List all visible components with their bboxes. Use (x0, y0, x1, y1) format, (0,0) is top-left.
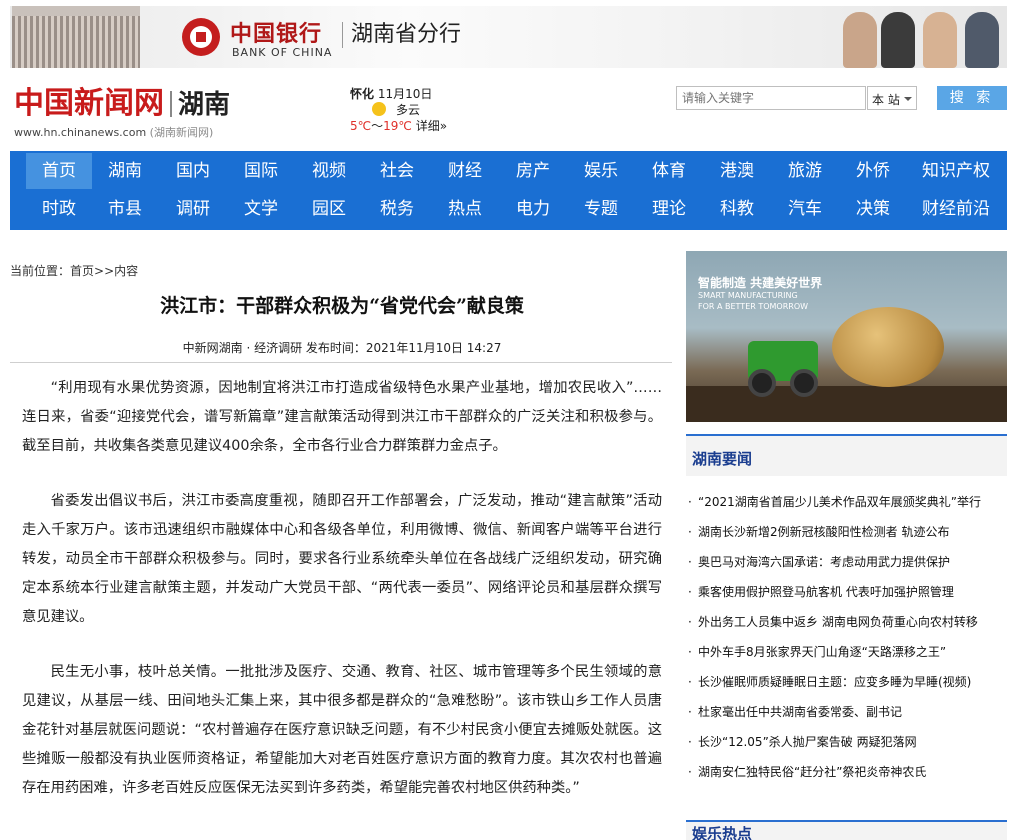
hunan-news-list: “2021湖南省首届少儿美术作品双年展颁奖典礼”举行湖南长沙新增2例新冠核酸阳性… (686, 487, 1007, 787)
news-list-item[interactable]: 乘客使用假护照登马航客机 代表吁加强护照管理 (686, 577, 1007, 607)
article-body: “利用现有水果优势资源，因地制宜将洪江市打造成省级特色水果产业基地，增加农民收入… (22, 374, 662, 830)
site-url-main: www.hn.chinanews.com (14, 126, 147, 139)
nav-item[interactable]: 决策 (840, 191, 906, 227)
breadcrumb-current: 内容 (114, 264, 139, 278)
nav-item[interactable]: 房产 (500, 153, 566, 189)
nav-item[interactable]: 社会 (364, 153, 430, 189)
search-button[interactable]: 搜 索 (937, 86, 1007, 110)
weather-city: 怀化 (350, 87, 375, 101)
nav-item[interactable]: 港澳 (704, 153, 770, 189)
news-list-item[interactable]: 外出务工人员集中返乡 湖南电网负荷重心向农村转移 (686, 607, 1007, 637)
smart-manufacturing-ad[interactable]: 智能制造 共建美好世界 SMART MANUFACTURING FOR A BE… (686, 251, 1007, 422)
news-list-item[interactable]: 奥巴马对海湾六国承诺：考虑动用武力提供保护 (686, 547, 1007, 577)
logo-divider (170, 91, 172, 117)
nav-item[interactable]: 理论 (636, 191, 702, 227)
nav-item[interactable]: 汽车 (772, 191, 838, 227)
logo-text: 中国新闻网 (14, 86, 164, 121)
breadcrumb: 当前位置：首页>>内容 (10, 262, 138, 279)
news-list-item[interactable]: 中外车手8月张家界天门山角逐“天路漂移之王” (686, 637, 1007, 667)
hunan-news-header: 湖南要闻 (686, 434, 1007, 476)
chevron-down-icon (904, 97, 912, 105)
building-image (12, 6, 140, 68)
news-list-item[interactable]: 湖南安仁独特民俗“赶分社”祭祀炎帝神农氏 (686, 757, 1007, 787)
entertainment-header: 娱乐热点 (686, 820, 1007, 840)
search-scope-select[interactable]: 本 站 (867, 86, 917, 110)
nav-item[interactable]: 体育 (636, 153, 702, 189)
entertainment-heading[interactable]: 娱乐热点 (692, 823, 752, 840)
wheel-icon (790, 369, 818, 397)
bank-of-china-logo-icon (182, 18, 220, 56)
weather-detail-link[interactable]: 详细» (416, 119, 447, 133)
nav-row-1: 首页 湖南 国内 国际 视频 社会 财经 房产 娱乐 体育 港澳 旅游 外侨 知识产权 (10, 153, 1007, 191)
breadcrumb-home[interactable]: 首页 (70, 264, 94, 278)
nav-item[interactable]: 旅游 (772, 153, 838, 189)
news-list-item[interactable]: 长沙催眠师质疑睡眠日主题：应变多睡为早睡(视频) (686, 667, 1007, 697)
weather-high: 19℃ (383, 119, 412, 133)
nav-item[interactable]: 园区 (296, 191, 362, 227)
nav-item[interactable]: 调研 (160, 191, 226, 227)
search-scope-value: 本 站 (872, 93, 900, 107)
nav-item[interactable]: 湖南 (92, 153, 158, 189)
weather-widget: 怀化 11月10日 多云 5℃～19℃ 详细» (350, 86, 447, 134)
nav-item[interactable]: 时政 (26, 191, 92, 227)
weather-low: 5℃ (350, 119, 372, 133)
logo-region: 湖南 (178, 90, 231, 120)
weather-condition: 多云 (396, 103, 421, 117)
nav-item[interactable]: 首页 (26, 153, 92, 189)
search-input[interactable] (676, 86, 866, 110)
breadcrumb-sep: >> (94, 264, 115, 278)
ad-ground (686, 386, 1007, 422)
article-meta: 中新网湖南 · 经济调研 发布时间：2021年11月10日 14:27 (182, 341, 502, 355)
article-paragraph: 省委发出倡议书后，洪江市委高度重视，随即召开工作部署会，广泛发动，推动“建言献策… (22, 493, 662, 625)
site-logo[interactable]: 中国新闻网 湖南 www.hn.chinanews.com (湖南新闻网) (14, 78, 230, 140)
ad-subtitle-line-1: SMART MANUFACTURING (698, 291, 798, 300)
nav-item[interactable]: 国际 (228, 153, 294, 189)
weather-date: 11月10日 (377, 87, 433, 101)
ad-subtitle: SMART MANUFACTURING FOR A BETTER TOMORRO… (698, 290, 808, 312)
ad-title: 智能制造 共建美好世界 (698, 276, 823, 290)
nav-item[interactable]: 文学 (228, 191, 294, 227)
sun-icon (372, 102, 386, 116)
wheel-icon (748, 369, 776, 397)
bank-of-china-banner[interactable]: 中国银行 BANK OF CHINA 湖南省分行 (10, 6, 1007, 68)
nav-item[interactable]: 视频 (296, 153, 362, 189)
nav-item[interactable]: 热点 (432, 191, 498, 227)
bank-branch: 湖南省分行 (342, 22, 461, 48)
title-divider (10, 362, 672, 363)
nav-item[interactable]: 国内 (160, 153, 226, 189)
nav-item[interactable]: 科教 (704, 191, 770, 227)
nav-item[interactable]: 电力 (500, 191, 566, 227)
nav-item[interactable]: 外侨 (840, 153, 906, 189)
breadcrumb-label: 当前位置： (10, 264, 71, 278)
nav-item[interactable]: 市县 (92, 191, 158, 227)
nav-item[interactable]: 税务 (364, 191, 430, 227)
bank-name-cn: 中国银行 (230, 21, 323, 47)
article-paragraph: “利用现有水果优势资源，因地制宜将洪江市打造成省级特色水果产业基地，增加农民收入… (22, 380, 662, 454)
main-navigation: 首页 湖南 国内 国际 视频 社会 财经 房产 娱乐 体育 港澳 旅游 外侨 知识产权 时政 市县 调研 文学园… (10, 151, 1007, 230)
site-url-sub: (湖南新闻网) (149, 126, 214, 139)
article-title: 洪江市：干部群众积极为“省党代会”献良策 (160, 295, 524, 317)
nav-row-2: 时政 市县 调研 文学 园区 税务 热点 电力 专题 理论 科教 汽车 决策 财经前沿 (10, 191, 1007, 229)
article-paragraph: 民生无小事，枝叶总关情。一批批涉及医疗、交通、教育、社区、城市管理等多个民生领域… (22, 664, 662, 796)
nav-item[interactable]: 财经前沿 (908, 191, 1004, 227)
potato-image (832, 307, 944, 387)
news-list-item[interactable]: 杜家毫出任中共湖南省委常委、副书记 (686, 697, 1007, 727)
bank-name-en: BANK OF CHINA (232, 46, 333, 59)
nav-item[interactable]: 专题 (568, 191, 634, 227)
news-list-item[interactable]: 长沙“12.05”杀人抛尸案告破 两疑犯落网 (686, 727, 1007, 757)
nav-item[interactable]: 娱乐 (568, 153, 634, 189)
news-list-item[interactable]: 湖南长沙新增2例新冠核酸阳性检测者 轨迹公布 (686, 517, 1007, 547)
hunan-news-heading[interactable]: 湖南要闻 (692, 448, 752, 469)
news-list-item[interactable]: “2021湖南省首届少儿美术作品双年展颁奖典礼”举行 (686, 487, 1007, 517)
weather-sep: ～ (371, 119, 384, 133)
banner-people-image (843, 6, 1003, 68)
nav-item[interactable]: 知识产权 (908, 153, 1004, 189)
nav-item[interactable]: 财经 (432, 153, 498, 189)
ad-subtitle-line-2: FOR A BETTER TOMORROW (698, 302, 809, 311)
site-url: www.hn.chinanews.com (湖南新闻网) (14, 124, 230, 140)
